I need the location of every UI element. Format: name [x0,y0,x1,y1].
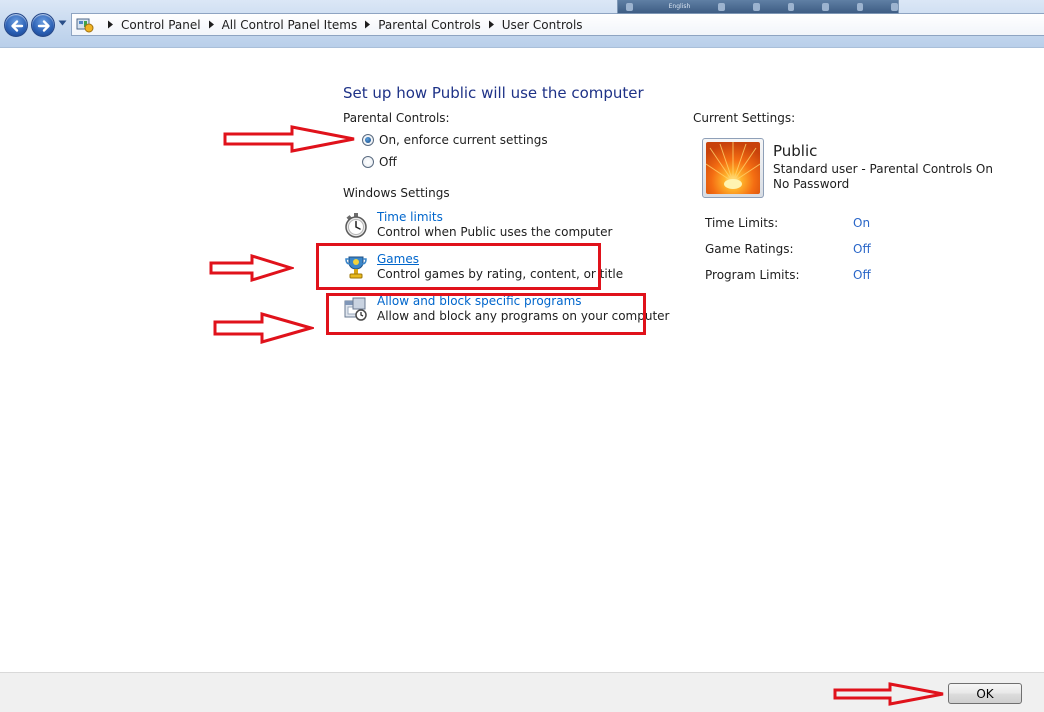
radio-on-enforce[interactable]: On, enforce current settings [362,133,548,147]
user-name: Public [773,142,818,160]
browser-icon[interactable] [822,2,829,11]
language-indicator[interactable]: English [669,3,691,10]
time-limits-status-label: Time Limits: [705,216,779,230]
avatar [702,138,764,198]
stopwatch-icon [343,212,369,238]
game-ratings-status-value: Off [853,242,871,256]
current-settings-label: Current Settings: [693,111,796,125]
user-account-type: Standard user - Parental Controls On [773,162,993,176]
chevron-right-icon[interactable] [364,20,371,29]
breadcrumb-all-items[interactable]: All Control Panel Items [222,18,358,32]
radio-off[interactable]: Off [362,155,397,169]
navigation-bar: Control Panel All Control Panel Items Pa… [0,0,1044,48]
games-highlight-box [316,243,601,290]
red-arrow-icon [833,682,944,706]
radio-label-on: On, enforce current settings [379,133,548,147]
radio-label-off: Off [379,155,397,169]
settings-icon[interactable] [787,2,795,11]
chevron-right-icon [108,20,113,29]
breadcrumb-user-controls[interactable]: User Controls [502,18,583,32]
windows-settings-label: Windows Settings [343,186,450,200]
arrow-right-icon [37,20,50,32]
time-limits-link[interactable]: Time limits [377,210,443,224]
radio-button[interactable] [362,156,374,168]
address-bar[interactable]: Control Panel All Control Panel Items Pa… [71,13,1044,36]
time-limits-status-value: On [853,216,871,230]
control-panel-icon [76,17,94,33]
breadcrumb-parental-controls[interactable]: Parental Controls [378,18,481,32]
forward-button[interactable] [31,13,55,37]
parental-controls-label: Parental Controls: [343,111,450,125]
radio-button-checked[interactable] [362,134,374,146]
power-icon[interactable] [891,2,899,11]
page-title: Set up how Public will use the computer [343,84,644,102]
programs-highlight-box [326,293,646,335]
ok-button[interactable]: OK [948,683,1022,704]
red-arrow-icon [209,254,294,282]
game-ratings-status-label: Game Ratings: [705,242,794,256]
program-limits-status-label: Program Limits: [705,268,800,282]
setting-time-limits: Time limits Control when Public uses the… [343,210,643,242]
program-limits-status-value: Off [853,268,871,282]
user-password-status: No Password [773,177,850,191]
recent-pages-dropdown-icon[interactable] [58,20,67,26]
eject-icon[interactable] [718,2,725,11]
red-arrow-icon [213,312,314,344]
pin-icon[interactable] [752,2,760,11]
search-icon[interactable] [626,2,633,11]
time-limits-description: Control when Public uses the computer [377,225,613,239]
floating-toolbar: English [617,0,899,14]
breadcrumb-control-panel[interactable]: Control Panel [121,18,201,32]
arrow-left-icon [11,20,24,32]
back-button[interactable] [4,13,28,37]
chevron-right-icon[interactable] [208,20,215,29]
flower-picture-icon [706,142,760,194]
red-arrow-icon [223,125,355,153]
chevron-right-icon[interactable] [488,20,495,29]
info-icon[interactable] [856,2,864,11]
